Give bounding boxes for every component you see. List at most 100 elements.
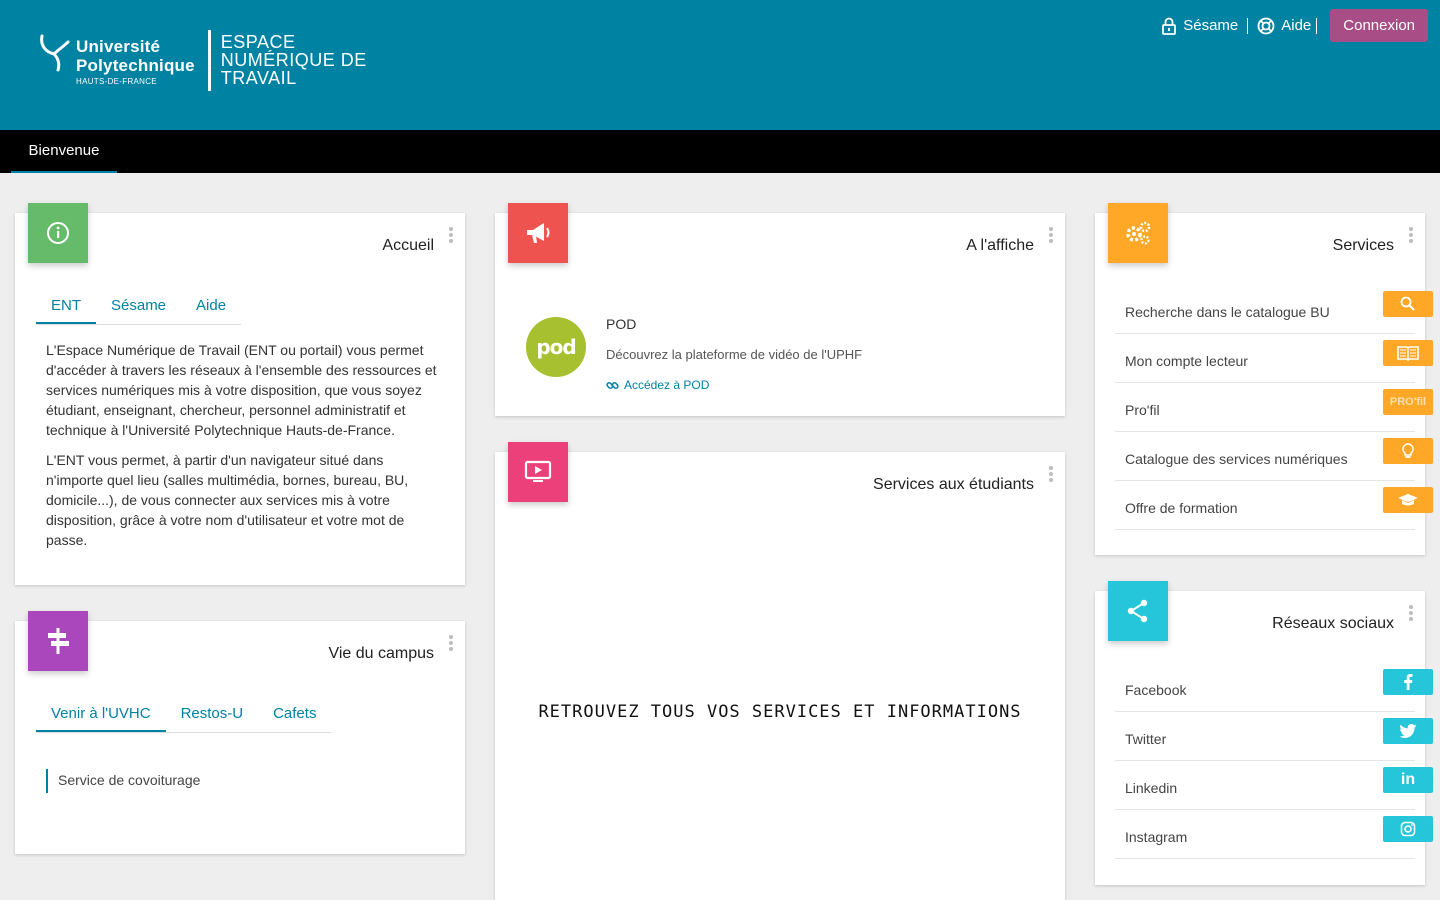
vie-campus-tabs: Venir à l'UVHC Restos-U Cafets xyxy=(36,705,332,733)
affiche-badge xyxy=(508,203,568,263)
reseau-label: Facebook xyxy=(1125,682,1187,698)
list-item[interactable]: Twitter xyxy=(1115,712,1433,761)
ent-paragraph-2: L'ENT vous permet, à partir d'un navigat… xyxy=(46,452,409,548)
list-item[interactable]: Facebook xyxy=(1115,663,1433,712)
signpost-icon xyxy=(48,628,69,654)
accueil-tabs: ENT Sésame Aide xyxy=(36,297,242,325)
linkedin-icon[interactable]: in xyxy=(1383,767,1433,793)
info-icon xyxy=(47,222,69,244)
graduation-cap-icon[interactable] xyxy=(1383,487,1433,513)
university-logo-mark-icon xyxy=(40,34,70,72)
sesame-link[interactable]: Sésame xyxy=(1152,17,1247,35)
facebook-icon[interactable] xyxy=(1383,669,1433,695)
tab-aide[interactable]: Aide xyxy=(181,297,241,324)
megaphone-icon xyxy=(527,223,550,243)
logo-ent-line3: TRAVAIL xyxy=(220,68,297,88)
logo-divider xyxy=(207,30,211,91)
card-menu-icon[interactable] xyxy=(1408,605,1414,621)
lock-icon xyxy=(1162,17,1177,35)
tab-ent[interactable]: ENT xyxy=(36,297,96,324)
pod-link-label: Accédez à POD xyxy=(624,378,710,392)
logo-university-line3: HAUTS-DE-FRANCE xyxy=(76,77,157,86)
list-item[interactable]: Offre de formation xyxy=(1115,481,1433,530)
aide-link[interactable]: Aide xyxy=(1248,17,1320,35)
reseaux-list: Facebook Twitter Linkedin in Instagram xyxy=(1115,663,1433,859)
book-icon[interactable] xyxy=(1383,340,1433,366)
service-label: Pro'fil xyxy=(1125,402,1160,418)
service-label: Mon compte lecteur xyxy=(1125,353,1248,369)
lightbulb-icon[interactable] xyxy=(1383,438,1433,464)
logo-university-line1: Université xyxy=(76,37,161,56)
reseaux-badge xyxy=(1108,581,1168,641)
reseau-label: Linkedin xyxy=(1125,780,1178,796)
list-item[interactable]: Pro'fil PRO'fil xyxy=(1115,383,1433,432)
video-screen-icon xyxy=(524,460,552,482)
ent-paragraph-1: L'Espace Numérique de Travail (ENT ou po… xyxy=(46,342,437,438)
affiche-card: A l'affiche pod POD Découvrez la platefo… xyxy=(495,203,1065,416)
link-separator xyxy=(1316,17,1318,34)
list-item[interactable]: Recherche dans le catalogue BU xyxy=(1115,285,1433,334)
gears-icon xyxy=(1126,221,1151,245)
reseau-label: Instagram xyxy=(1125,829,1188,845)
list-item[interactable]: Instagram xyxy=(1115,810,1433,859)
university-name: Université Polytechnique HAUTS-DE-FRANCE xyxy=(76,38,195,86)
vie-campus-title: Vie du campus xyxy=(328,645,434,662)
card-menu-icon[interactable] xyxy=(1048,227,1054,243)
profil-icon[interactable]: PRO'fil xyxy=(1383,389,1433,415)
reseaux-title: Réseaux sociaux xyxy=(1272,615,1394,632)
services-etudiants-card: Services aux étudiants RETROUVEZ TOUS VO… xyxy=(495,442,1065,900)
tab-sesame[interactable]: Sésame xyxy=(96,297,181,324)
list-item[interactable]: Mon compte lecteur xyxy=(1115,334,1433,383)
reseau-label: Twitter xyxy=(1125,731,1167,747)
services-etudiants-title: Services aux étudiants xyxy=(873,476,1034,493)
logo-ent-line1: ESPACE xyxy=(220,32,296,52)
pod-title: POD xyxy=(606,316,637,332)
sesame-link-label: Sésame xyxy=(1183,17,1239,34)
card-menu-icon[interactable] xyxy=(448,227,454,243)
top-links: Sésame Aide Connexion xyxy=(1152,9,1428,42)
card-menu-icon[interactable] xyxy=(1048,466,1054,482)
vie-campus-badge xyxy=(28,611,88,671)
instagram-icon[interactable] xyxy=(1383,816,1433,842)
list-item[interactable]: Linkedin in xyxy=(1115,761,1433,810)
card-menu-icon[interactable] xyxy=(448,635,454,651)
search-icon[interactable] xyxy=(1383,291,1433,317)
link-icon xyxy=(606,381,619,389)
service-label: Recherche dans le catalogue BU xyxy=(1125,304,1330,320)
logo-university-line2: Polytechnique xyxy=(76,56,195,75)
logo-ent-line2: NUMÉRIQUE DE xyxy=(220,50,367,70)
pod-logo[interactable]: pod xyxy=(526,317,586,377)
tab-venir-uvhc[interactable]: Venir à l'UVHC xyxy=(36,705,166,732)
services-card: Services Recherche dans le catalogue BU … xyxy=(1095,203,1433,555)
university-logo[interactable]: Université Polytechnique HAUTS-DE-FRANCE… xyxy=(38,30,367,91)
main-nav: Bienvenue xyxy=(0,130,1440,173)
pod-link[interactable]: Accédez à POD xyxy=(606,378,709,392)
card-menu-icon[interactable] xyxy=(1408,227,1414,243)
services-list: Recherche dans le catalogue BU Mon compt… xyxy=(1115,285,1433,530)
share-icon xyxy=(1127,599,1148,623)
reseaux-card: Réseaux sociaux Facebook Twitter Linkedi… xyxy=(1095,581,1433,885)
tab-restos-u[interactable]: Restos-U xyxy=(166,705,259,732)
tab-cafets[interactable]: Cafets xyxy=(258,705,331,732)
services-title: Services xyxy=(1332,237,1394,254)
lifebuoy-icon xyxy=(1257,17,1275,34)
vie-campus-card: Vie du campus Venir à l'UVHC Restos-U Ca… xyxy=(15,611,465,854)
twitter-icon[interactable] xyxy=(1383,718,1433,744)
service-label: Offre de formation xyxy=(1125,500,1238,516)
tab-bienvenue[interactable]: Bienvenue xyxy=(11,130,117,173)
accueil-badge xyxy=(28,203,88,263)
services-banner[interactable]: RETROUVEZ TOUS VOS SERVICES ET INFORMATI… xyxy=(495,702,1065,722)
ent-description: L'Espace Numérique de Travail (ENT ou po… xyxy=(46,340,441,560)
affiche-title: A l'affiche xyxy=(966,237,1034,254)
services-badge xyxy=(1108,203,1168,263)
service-label: Catalogue des services numériques xyxy=(1125,451,1348,467)
ent-name: ESPACE NUMÉRIQUE DE TRAVAIL xyxy=(221,33,367,87)
header: Université Polytechnique HAUTS-DE-FRANCE… xyxy=(0,0,1440,130)
covoiturage-link[interactable]: Service de covoiturage xyxy=(46,769,200,793)
services-etudiants-badge xyxy=(508,442,568,502)
pod-description: Découvrez la plateforme de vidéo de l'UP… xyxy=(606,347,863,362)
accueil-card: Accueil ENT Sésame Aide L'Espace Numériq… xyxy=(15,203,465,585)
list-item[interactable]: Catalogue des services numériques xyxy=(1115,432,1433,481)
aide-link-label: Aide xyxy=(1281,17,1312,34)
connexion-button[interactable]: Connexion xyxy=(1330,9,1428,42)
